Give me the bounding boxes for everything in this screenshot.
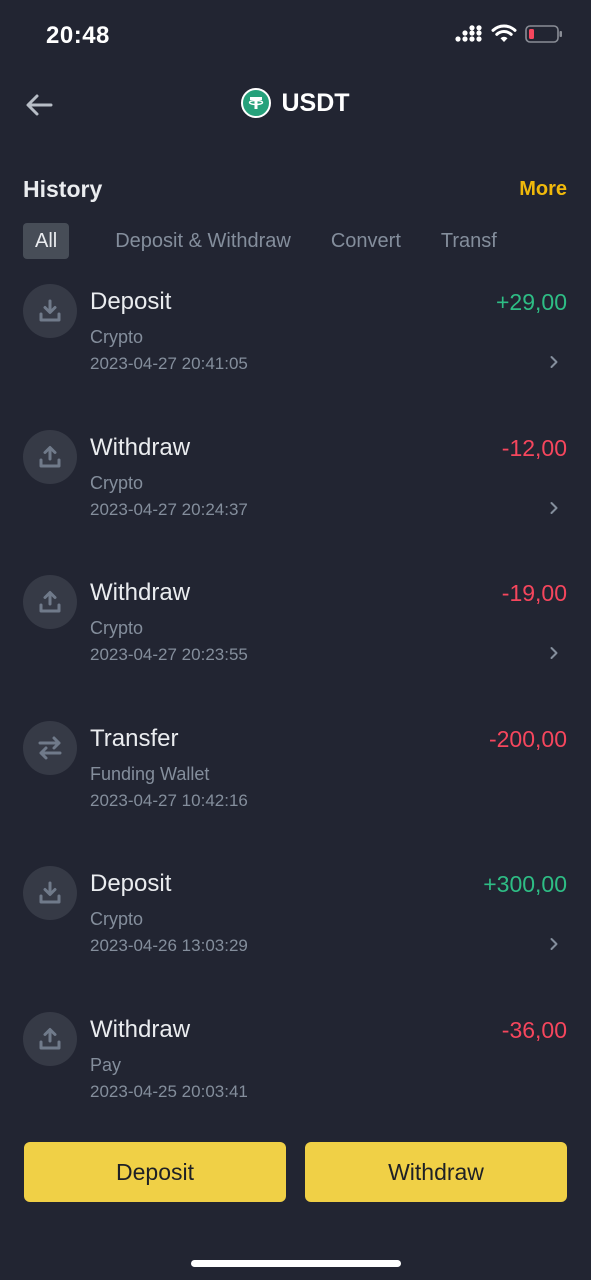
wifi-icon [491,24,517,42]
transaction-source: Pay [90,1054,122,1075]
transaction-list: Deposit Crypto 2023-04-27 20:41:05 +29,00 Wi… [0,284,591,1158]
transaction-timestamp: 2023-04-27 20:23:55 [90,645,248,665]
usdt-logo-icon [241,88,272,118]
tab-transfer[interactable]: Transf [441,223,497,259]
transaction-timestamp: 2023-04-25 20:03:41 [90,1081,248,1101]
transaction-timestamp: 2023-04-26 13:03:29 [90,936,248,956]
transaction-row[interactable]: Withdraw Crypto 2023-04-27 20:23:55 -19,00 [0,575,591,721]
transaction-source: Crypto [90,909,144,930]
home-indicator [191,1260,401,1267]
download-icon [23,866,77,921]
transfer-icon [23,720,77,775]
transaction-timestamp: 2023-04-27 20:41:05 [90,354,248,373]
history-title: History [23,176,103,202]
transaction-row[interactable]: Deposit Crypto 2023-04-26 13:03:29 +300,00 [0,866,591,1012]
transaction-type: Transfer [90,724,179,752]
transaction-type: Deposit [90,288,172,315]
history-tabs: All Deposit & Withdraw Convert Transf [23,223,567,259]
transaction-row[interactable]: Deposit Crypto 2023-04-27 20:41:05 +29,00 [0,284,591,430]
history-header: History More [23,176,567,203]
transaction-row[interactable]: Transfer Funding Wallet 2023-04-27 10:42:1… [0,720,591,867]
withdraw-button[interactable]: Withdraw [305,1142,567,1202]
transaction-amount: +29,00 [496,289,567,315]
tab-deposit-withdraw[interactable]: Deposit & Withdraw [115,223,291,259]
transaction-amount: -12,00 [501,434,567,461]
upload-icon [23,1011,77,1066]
transaction-amount: -36,00 [501,1016,567,1043]
page-title-group: USDT [0,88,591,118]
transaction-source: Crypto [90,327,144,347]
battery-icon [525,25,562,43]
transaction-row[interactable]: Withdraw Crypto 2023-04-27 20:24:37 -12,00 [0,429,591,576]
transaction-source: Crypto [90,618,144,639]
transaction-timestamp: 2023-04-27 10:42:16 [90,790,248,810]
transaction-amount: -200,00 [488,725,567,752]
transaction-type: Withdraw [90,1015,191,1043]
status-icons [455,24,563,44]
transaction-source: Crypto [90,472,144,493]
nav-bar: USDT [0,76,591,136]
chevron-right-icon[interactable] [547,354,561,370]
transaction-type: Deposit [90,870,172,898]
transaction-amount: +300,00 [483,871,567,898]
transaction-row[interactable]: Withdraw Pay 2023-04-25 20:03:41 -36,00 [0,1011,591,1158]
transaction-type: Withdraw [90,433,191,461]
tab-all[interactable]: All [23,223,70,259]
download-icon [23,284,77,338]
more-link[interactable]: More [519,178,567,201]
upload-icon [23,575,77,630]
transaction-type: Withdraw [90,579,191,607]
deposit-button[interactable]: Deposit [24,1142,286,1202]
chevron-right-icon[interactable] [547,936,561,952]
upload-icon [23,429,77,484]
chevron-right-icon[interactable] [547,645,561,661]
status-time: 20:48 [46,22,110,49]
transaction-timestamp: 2023-04-27 20:24:37 [90,499,248,519]
transaction-source: Funding Wallet [90,763,210,784]
footer-actions: Deposit Withdraw [0,1142,591,1202]
chevron-right-icon[interactable] [547,500,561,516]
page-title: USDT [281,88,350,117]
tab-convert[interactable]: Convert [331,223,401,259]
status-bar: 20:48 [0,0,591,76]
cellular-signal-icon [455,25,482,42]
transaction-amount: -19,00 [501,580,567,607]
